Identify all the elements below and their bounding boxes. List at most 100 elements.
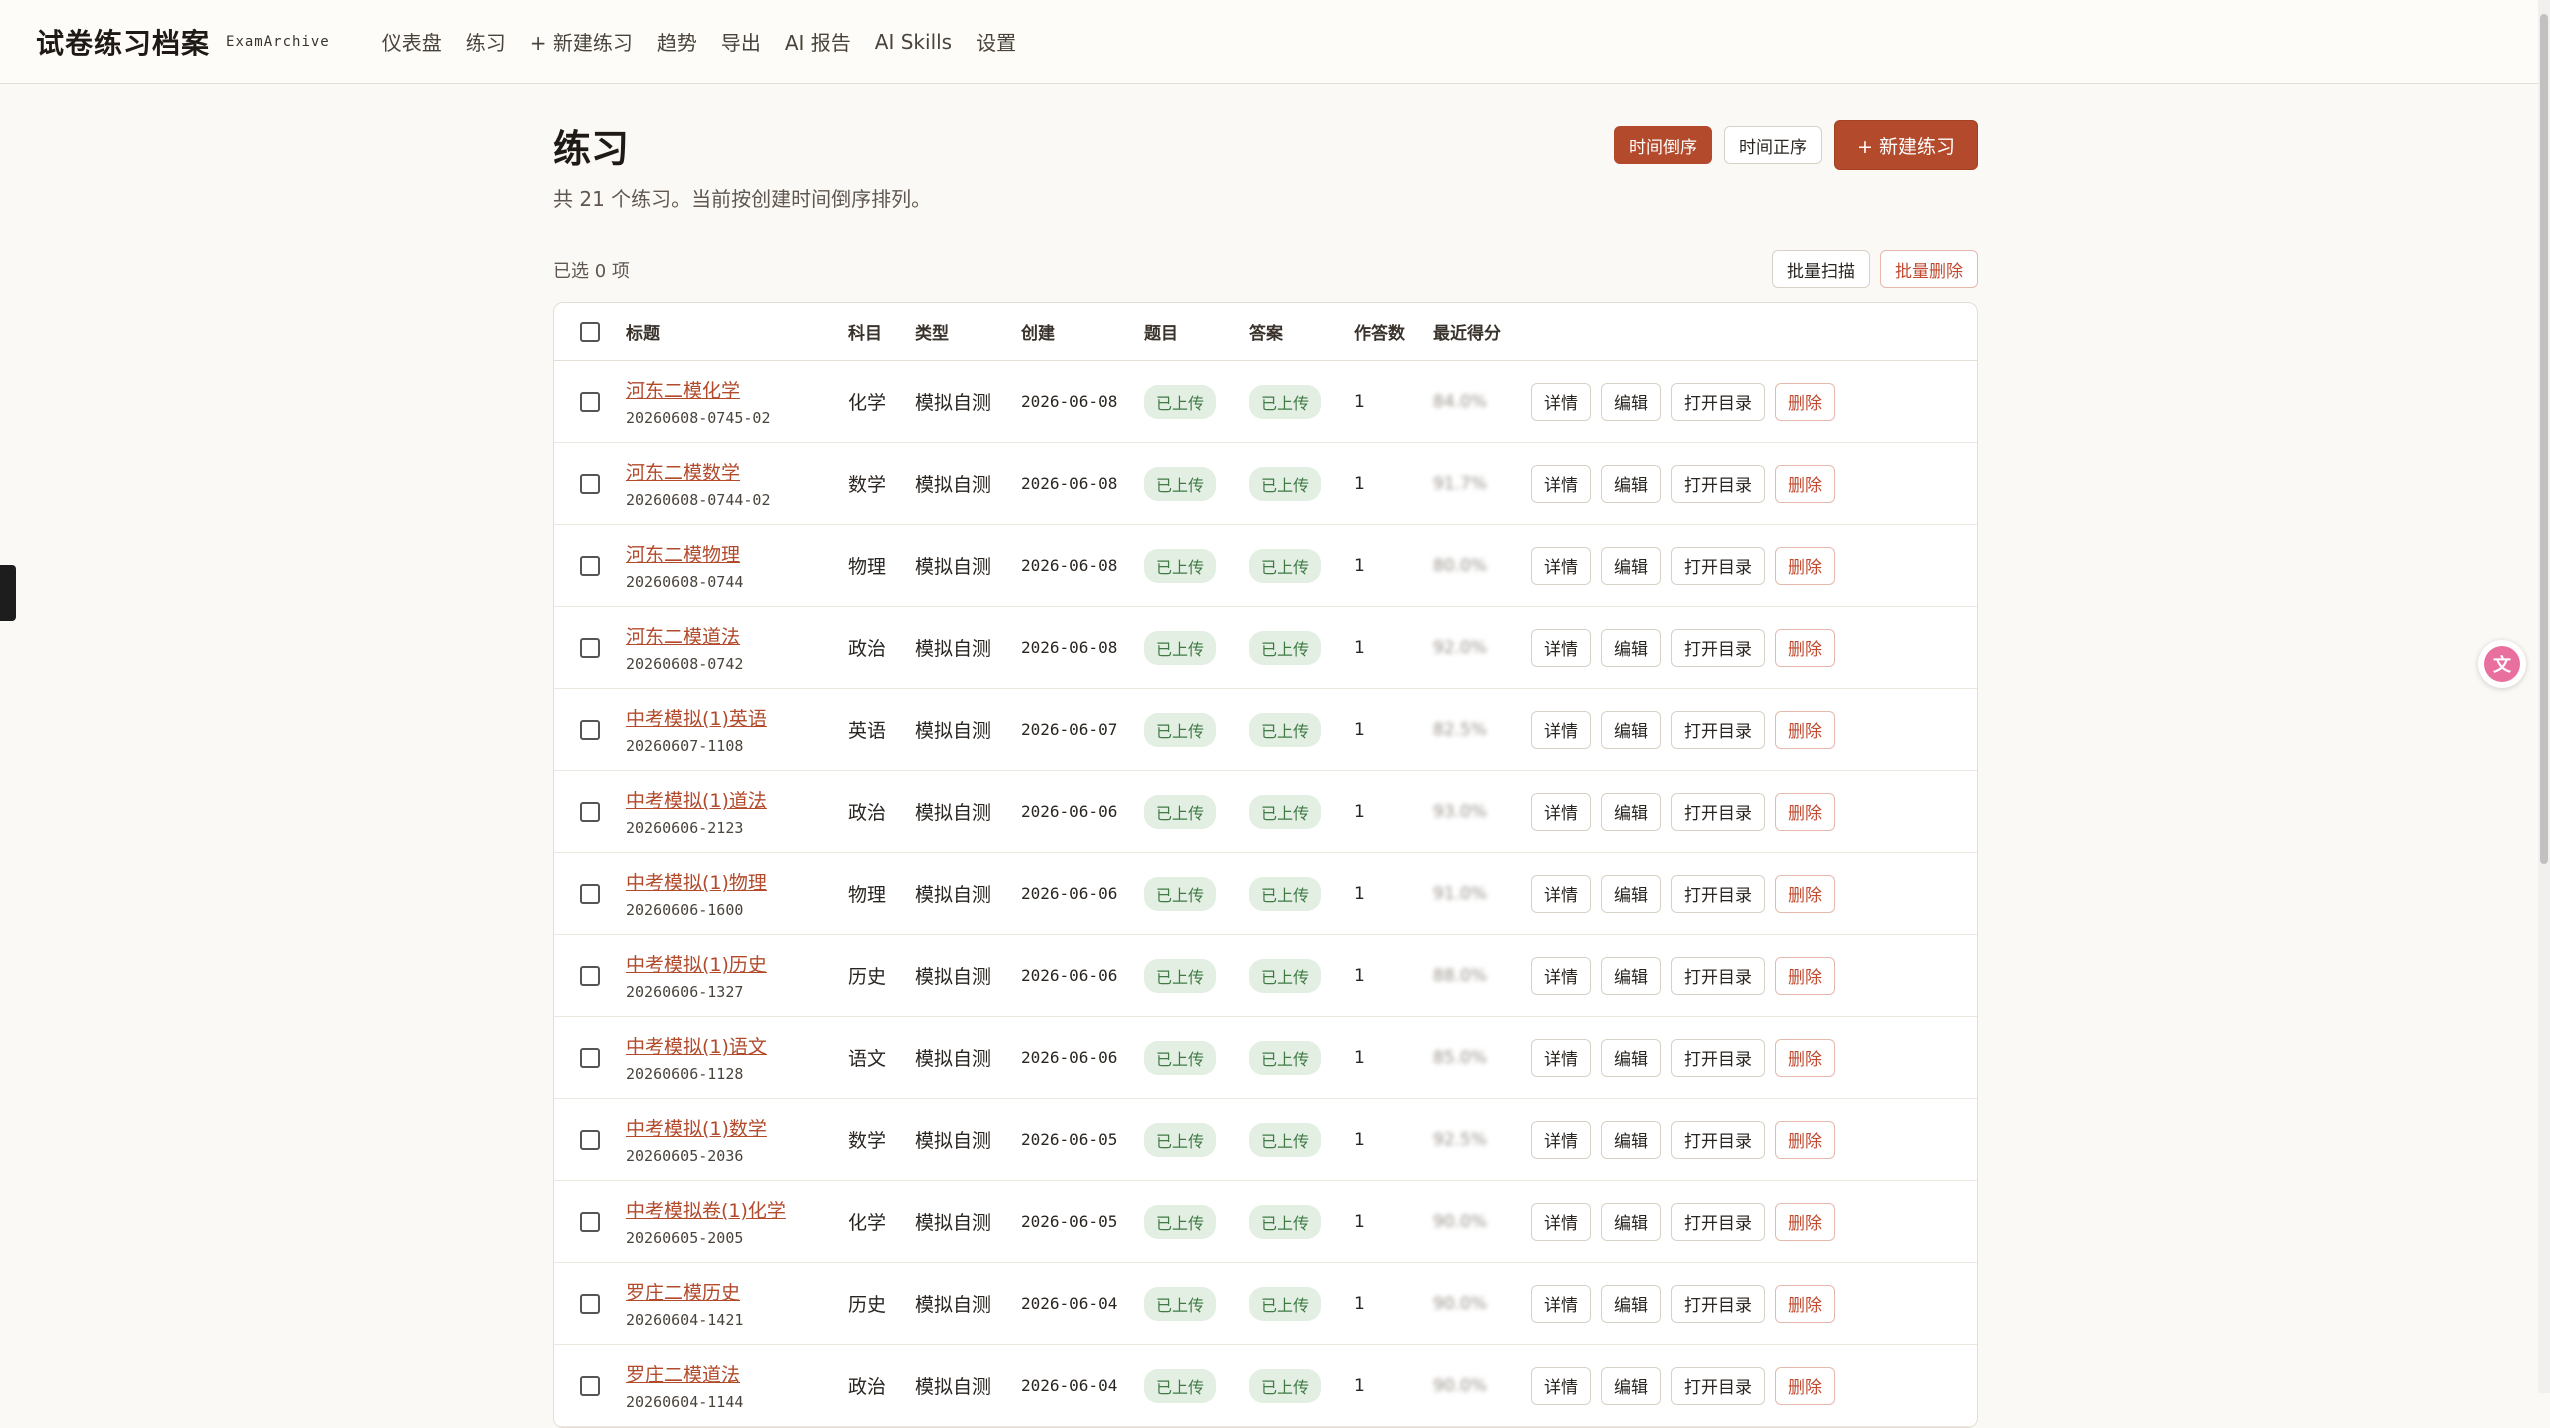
detail-button[interactable]: 详情 bbox=[1531, 382, 1591, 421]
open-folder-button[interactable]: 打开目录 bbox=[1671, 956, 1765, 995]
row-checkbox[interactable] bbox=[580, 801, 600, 822]
row-checkbox[interactable] bbox=[580, 1129, 600, 1150]
practice-title-link[interactable]: 中考模拟卷(1)化学 bbox=[626, 1196, 848, 1223]
delete-button[interactable]: 删除 bbox=[1775, 464, 1835, 503]
delete-button[interactable]: 删除 bbox=[1775, 1366, 1835, 1405]
delete-button[interactable]: 删除 bbox=[1775, 792, 1835, 831]
translate-button[interactable]: 文 bbox=[2478, 640, 2526, 688]
detail-button[interactable]: 详情 bbox=[1531, 546, 1591, 585]
select-all-checkbox[interactable] bbox=[580, 321, 600, 342]
row-checkbox[interactable] bbox=[580, 473, 600, 494]
row-checkbox[interactable] bbox=[580, 719, 600, 740]
edit-button[interactable]: 编辑 bbox=[1601, 710, 1661, 749]
practice-title-link[interactable]: 罗庄二模历史 bbox=[626, 1278, 848, 1305]
selected-count: 已选 0 项 bbox=[553, 261, 630, 282]
batch-scan-button[interactable]: 批量扫描 bbox=[1772, 250, 1870, 288]
delete-button[interactable]: 删除 bbox=[1775, 1038, 1835, 1077]
delete-button[interactable]: 删除 bbox=[1775, 1284, 1835, 1323]
open-folder-button[interactable]: 打开目录 bbox=[1671, 1202, 1765, 1241]
edit-button[interactable]: 编辑 bbox=[1601, 792, 1661, 831]
nav-export[interactable]: 导出 bbox=[721, 27, 761, 56]
open-folder-button[interactable]: 打开目录 bbox=[1671, 710, 1765, 749]
detail-button[interactable]: 详情 bbox=[1531, 1038, 1591, 1077]
delete-button[interactable]: 删除 bbox=[1775, 628, 1835, 667]
nav-new-practice[interactable]: + 新建练习 bbox=[530, 27, 633, 56]
nav-settings[interactable]: 设置 bbox=[976, 27, 1016, 56]
new-practice-button[interactable]: + 新建练习 bbox=[1834, 120, 1978, 170]
delete-button[interactable]: 删除 bbox=[1775, 710, 1835, 749]
open-folder-button[interactable]: 打开目录 bbox=[1671, 382, 1765, 421]
row-checkbox[interactable] bbox=[580, 1211, 600, 1232]
edit-button[interactable]: 编辑 bbox=[1601, 1366, 1661, 1405]
latest-score: 90.0% bbox=[1433, 1211, 1488, 1232]
row-checkbox[interactable] bbox=[580, 637, 600, 658]
row-checkbox[interactable] bbox=[580, 1047, 600, 1068]
edit-button[interactable]: 编辑 bbox=[1601, 382, 1661, 421]
delete-button[interactable]: 删除 bbox=[1775, 546, 1835, 585]
delete-button[interactable]: 删除 bbox=[1775, 874, 1835, 913]
practice-title-link[interactable]: 罗庄二模道法 bbox=[626, 1360, 848, 1387]
detail-button[interactable]: 详情 bbox=[1531, 956, 1591, 995]
practice-title-link[interactable]: 中考模拟(1)历史 bbox=[626, 950, 848, 977]
nav-dashboard[interactable]: 仪表盘 bbox=[382, 27, 442, 56]
sort-desc-button[interactable]: 时间倒序 bbox=[1614, 126, 1713, 164]
edit-button[interactable]: 编辑 bbox=[1601, 1120, 1661, 1159]
practice-title-link[interactable]: 河东二模物理 bbox=[626, 540, 848, 567]
detail-button[interactable]: 详情 bbox=[1531, 628, 1591, 667]
header-answers: 答案 bbox=[1249, 324, 1283, 344]
practice-title-link[interactable]: 中考模拟(1)语文 bbox=[626, 1032, 848, 1059]
sort-asc-button[interactable]: 时间正序 bbox=[1724, 126, 1823, 164]
row-checkbox[interactable] bbox=[580, 883, 600, 904]
practice-title-link[interactable]: 中考模拟(1)道法 bbox=[626, 786, 848, 813]
nav-ai-skills[interactable]: AI Skills bbox=[875, 30, 952, 54]
practice-title-link[interactable]: 中考模拟(1)物理 bbox=[626, 868, 848, 895]
practice-title-link[interactable]: 河东二模化学 bbox=[626, 376, 848, 403]
header-subject: 科目 bbox=[848, 324, 882, 344]
open-folder-button[interactable]: 打开目录 bbox=[1671, 546, 1765, 585]
detail-button[interactable]: 详情 bbox=[1531, 1120, 1591, 1159]
edit-button[interactable]: 编辑 bbox=[1601, 874, 1661, 913]
delete-button[interactable]: 删除 bbox=[1775, 382, 1835, 421]
open-folder-button[interactable]: 打开目录 bbox=[1671, 464, 1765, 503]
edit-button[interactable]: 编辑 bbox=[1601, 1284, 1661, 1323]
detail-button[interactable]: 详情 bbox=[1531, 874, 1591, 913]
delete-button[interactable]: 删除 bbox=[1775, 1202, 1835, 1241]
edit-button[interactable]: 编辑 bbox=[1601, 1038, 1661, 1077]
detail-button[interactable]: 详情 bbox=[1531, 464, 1591, 503]
edit-button[interactable]: 编辑 bbox=[1601, 464, 1661, 503]
nav-trends[interactable]: 趋势 bbox=[657, 27, 697, 56]
practice-title-link[interactable]: 河东二模数学 bbox=[626, 458, 848, 485]
open-folder-button[interactable]: 打开目录 bbox=[1671, 1038, 1765, 1077]
scrollbar[interactable] bbox=[2538, 0, 2550, 1393]
detail-button[interactable]: 详情 bbox=[1531, 1284, 1591, 1323]
open-folder-button[interactable]: 打开目录 bbox=[1671, 874, 1765, 913]
side-handle[interactable] bbox=[0, 565, 16, 621]
open-folder-button[interactable]: 打开目录 bbox=[1671, 628, 1765, 667]
detail-button[interactable]: 详情 bbox=[1531, 710, 1591, 749]
row-checkbox[interactable] bbox=[580, 965, 600, 986]
practice-title-link[interactable]: 中考模拟(1)数学 bbox=[626, 1114, 848, 1141]
delete-button[interactable]: 删除 bbox=[1775, 956, 1835, 995]
edit-button[interactable]: 编辑 bbox=[1601, 1202, 1661, 1241]
edit-button[interactable]: 编辑 bbox=[1601, 546, 1661, 585]
nav-ai-report[interactable]: AI 报告 bbox=[785, 27, 851, 56]
practice-title-link[interactable]: 中考模拟(1)英语 bbox=[626, 704, 848, 731]
detail-button[interactable]: 详情 bbox=[1531, 792, 1591, 831]
row-checkbox[interactable] bbox=[580, 391, 600, 412]
detail-button[interactable]: 详情 bbox=[1531, 1202, 1591, 1241]
scrollbar-thumb[interactable] bbox=[2540, 14, 2548, 864]
row-checkbox[interactable] bbox=[580, 555, 600, 576]
practice-title-link[interactable]: 河东二模道法 bbox=[626, 622, 848, 649]
edit-button[interactable]: 编辑 bbox=[1601, 628, 1661, 667]
batch-delete-button[interactable]: 批量删除 bbox=[1880, 250, 1978, 288]
open-folder-button[interactable]: 打开目录 bbox=[1671, 792, 1765, 831]
nav-practice[interactable]: 练习 bbox=[466, 27, 506, 56]
delete-button[interactable]: 删除 bbox=[1775, 1120, 1835, 1159]
practice-code: 20260604-1421 bbox=[626, 1311, 744, 1329]
open-folder-button[interactable]: 打开目录 bbox=[1671, 1120, 1765, 1159]
open-folder-button[interactable]: 打开目录 bbox=[1671, 1366, 1765, 1405]
edit-button[interactable]: 编辑 bbox=[1601, 956, 1661, 995]
row-checkbox[interactable] bbox=[580, 1293, 600, 1314]
detail-button[interactable]: 详情 bbox=[1531, 1366, 1591, 1405]
open-folder-button[interactable]: 打开目录 bbox=[1671, 1284, 1765, 1323]
